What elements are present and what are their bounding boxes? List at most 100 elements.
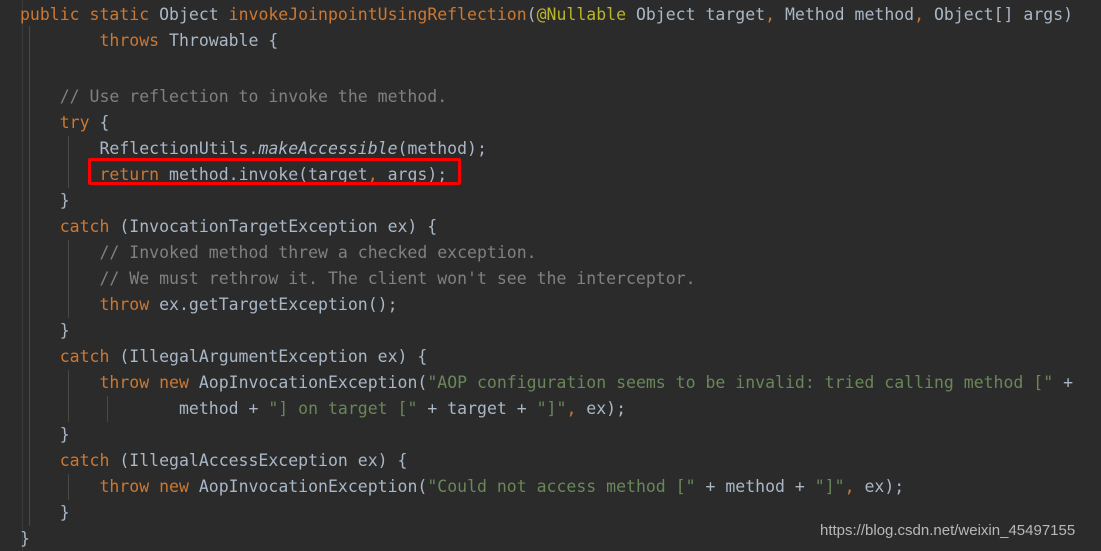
code-token: Throwable { bbox=[169, 31, 279, 50]
code-token: (IllegalAccessException ex) { bbox=[109, 451, 408, 470]
code-token: // Use reflection to invoke the method. bbox=[59, 87, 448, 106]
code-token: } bbox=[20, 529, 30, 548]
code-line[interactable]: throw new AopInvocationException("AOP co… bbox=[0, 370, 1101, 396]
code-token: "]" bbox=[536, 399, 567, 418]
code-token: AopInvocationException( bbox=[198, 373, 428, 392]
code-token: method bbox=[725, 477, 785, 496]
code-token: throw bbox=[99, 295, 150, 314]
code-screenshot: public static Object invokeJoinpointUsin… bbox=[0, 0, 1101, 551]
code-token: catch bbox=[59, 451, 110, 470]
code-token: Method bbox=[784, 5, 845, 24]
code-token: } bbox=[59, 191, 70, 210]
code-token: try bbox=[59, 113, 90, 132]
code-token: . bbox=[248, 139, 259, 158]
code-line[interactable]: throw ex.getTargetException(); bbox=[0, 292, 1101, 318]
code-line[interactable]: public static Object invokeJoinpointUsin… bbox=[0, 2, 1101, 28]
code-line[interactable]: catch (IllegalAccessException ex) { bbox=[0, 448, 1101, 474]
code-token: ex); bbox=[854, 477, 905, 496]
code-line[interactable]: } bbox=[0, 318, 1101, 344]
code-line[interactable]: ReflectionUtils.makeAccessible(method); bbox=[0, 136, 1101, 162]
code-token: // Invoked method threw a checked except… bbox=[99, 243, 537, 262]
code-token: @Nullable bbox=[536, 5, 626, 24]
code-token: "]" bbox=[814, 477, 845, 496]
code-token: Object bbox=[635, 5, 696, 24]
code-token: public bbox=[20, 5, 80, 24]
code-token: new bbox=[159, 477, 189, 496]
code-editor-surface[interactable]: public static Object invokeJoinpointUsin… bbox=[0, 0, 1101, 551]
code-token: throw bbox=[99, 477, 150, 496]
code-token: AopInvocationException( bbox=[198, 477, 428, 496]
code-line[interactable]: // Invoked method threw a checked except… bbox=[0, 240, 1101, 266]
code-line[interactable]: method + "] on target [" + target + "]",… bbox=[0, 396, 1101, 422]
code-token: new bbox=[159, 373, 189, 392]
code-token: method bbox=[844, 5, 915, 24]
code-line[interactable]: catch (IllegalArgumentException ex) { bbox=[0, 344, 1101, 370]
code-line[interactable] bbox=[0, 54, 1101, 80]
code-token: args) bbox=[1013, 5, 1074, 24]
code-token: + bbox=[784, 477, 815, 496]
code-token: target bbox=[447, 399, 507, 418]
code-token: target bbox=[695, 5, 766, 24]
code-token: catch bbox=[59, 217, 110, 236]
code-token: catch bbox=[59, 347, 110, 366]
code-token: } bbox=[59, 503, 70, 522]
code-token: method.invoke(target bbox=[169, 165, 368, 184]
code-line[interactable]: return method.invoke(target, args); bbox=[0, 162, 1101, 188]
code-token: , bbox=[844, 477, 855, 496]
code-line[interactable]: } bbox=[0, 188, 1101, 214]
code-token: ex); bbox=[576, 399, 627, 418]
code-token: throws bbox=[99, 31, 160, 50]
csdn-watermark: https://blog.csdn.net/weixin_45497155 bbox=[820, 522, 1076, 539]
code-token: "] on target [" bbox=[268, 399, 418, 418]
code-line[interactable]: // We must rethrow it. The client won't … bbox=[0, 266, 1101, 292]
code-token: + bbox=[506, 399, 537, 418]
code-line[interactable]: // Use reflection to invoke the method. bbox=[0, 84, 1101, 110]
code-line[interactable]: try { bbox=[0, 110, 1101, 136]
code-line[interactable]: throw new AopInvocationException("Could … bbox=[0, 474, 1101, 500]
code-token: ( bbox=[526, 5, 537, 24]
code-token: invokeJoinpointUsingReflection bbox=[228, 5, 527, 24]
code-token: + bbox=[1063, 373, 1074, 392]
code-token: return bbox=[99, 165, 160, 184]
code-token: throw bbox=[99, 373, 150, 392]
code-token: + bbox=[695, 477, 726, 496]
code-token: + bbox=[238, 399, 269, 418]
code-token: method bbox=[178, 399, 239, 418]
code-line[interactable]: catch (InvocationTargetException ex) { bbox=[0, 214, 1101, 240]
code-token: "Could not access method [" bbox=[427, 477, 696, 496]
code-token: Object bbox=[159, 5, 219, 24]
code-token: (method); bbox=[397, 139, 487, 158]
code-line[interactable]: throws Throwable { bbox=[0, 28, 1101, 54]
code-token: , bbox=[566, 399, 577, 418]
code-token: "AOP configuration seems to be invalid: … bbox=[427, 373, 1054, 392]
code-token: + bbox=[417, 399, 448, 418]
code-token: { bbox=[89, 113, 110, 132]
code-token: ReflectionUtils bbox=[99, 139, 249, 158]
code-line[interactable]: } bbox=[0, 422, 1101, 448]
code-token: // We must rethrow it. The client won't … bbox=[99, 269, 696, 288]
